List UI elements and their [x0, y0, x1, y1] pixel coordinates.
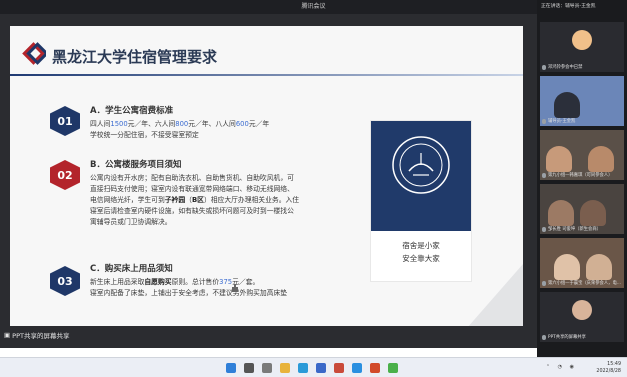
participant-video — [554, 254, 580, 280]
avatar — [572, 30, 592, 50]
participant-tile[interactable]: 第九小组—韩嘉琪（可同参会人） — [540, 130, 624, 180]
system-tray[interactable]: ⌃ ◔ ◉ — [546, 364, 577, 370]
participant-video — [554, 92, 580, 118]
university-emblem-image — [371, 121, 471, 231]
services-line: 寝室后请检查室内硬件设施，如有缺失或损坏问题可及时到一楼找公 — [90, 207, 294, 215]
participant-caption: PPT共享的屏幕共享 — [542, 334, 586, 340]
participant-video — [548, 200, 574, 226]
window-titlebar: 腾讯会议 — □ ✕ — [0, 0, 627, 14]
fees-note: 学校统一分配住宿，不接受寝室预定 — [90, 131, 199, 139]
safety-card: 宿舍是小家 安全靠大家 — [370, 120, 472, 282]
participant-caption: 辅导员-王金凯 — [542, 118, 575, 124]
participant-caption: 邓鸿铃参会中已禁 — [542, 64, 582, 70]
slide-title: 黑龙江大学住宿管理要求 — [52, 48, 218, 66]
mouse-cursor-icon — [232, 284, 238, 292]
mic-icon — [542, 334, 546, 340]
participant-tile[interactable]: 第六小组—于晨宝（庆荣参会人，电… — [540, 238, 624, 288]
presentation-slide: 黑龙江大学住宿管理要求 01 A．学生公寓宿费标准 四人间1500元／年、六人间… — [10, 26, 523, 344]
taskbar-clock[interactable]: 15:49 2022/8/28 — [596, 361, 621, 375]
participant-caption: 邹长胜 司俊坤（新生会商） — [542, 226, 601, 232]
services-line: 公寓内设有开水房；配有自助洗衣机、自助售货机、自助吹风机，可 — [90, 174, 294, 182]
slide-logo-icon — [22, 42, 46, 65]
section-heading: A．学生公寓宿费标准 — [90, 106, 174, 116]
edge-icon[interactable] — [298, 363, 308, 373]
window-title: 腾讯会议 — [301, 3, 326, 10]
participant-tile[interactable]: 邓鸿铃参会中已禁 — [540, 22, 624, 72]
section-fees: A．学生公寓宿费标准 四人间1500元／年、六人间800元／年、八人间600元／… — [90, 104, 380, 141]
university-seal-icon — [392, 136, 450, 194]
clock-time: 15:49 — [607, 362, 621, 367]
mic-icon — [542, 118, 546, 124]
fees-line: 四人间1500元／年、六人间800元／年、八人间600元／年 — [90, 120, 270, 128]
file-explorer-icon[interactable] — [280, 363, 290, 373]
participant-tile[interactable]: PPT共享的屏幕共享 — [540, 292, 624, 342]
screen-share-icon: ▣ — [4, 331, 11, 339]
share-label[interactable]: ▣ PPT共享的屏幕共享 — [4, 330, 69, 340]
participant-caption: 第九小组—韩嘉琪（可同参会人） — [542, 172, 612, 178]
participant-video — [546, 146, 572, 172]
meeting-app-icon[interactable] — [352, 363, 362, 373]
section-services: B．公寓楼服务项目须知 公寓内设有开水房；配有自助洗衣机、自助售货机、自助吹风机… — [90, 158, 380, 228]
section-number-02: 02 — [50, 160, 80, 190]
participant-tile[interactable]: 邹长胜 司俊坤（新生会商） — [540, 184, 624, 234]
card-slogan: 宿舍是小家 安全靠大家 — [371, 239, 471, 265]
speaking-indicator: 正在讲话：辅导员-王金凯 — [541, 4, 596, 9]
services-line: 直接扫码支付使用；寝室内设有联通宽带网络端口、移动无线网络、 — [90, 185, 294, 193]
section-heading: C．购买床上用品须知 — [90, 264, 173, 274]
section-bedding: C．购买床上用品须知 新生床上用品采取自愿购买原则。总计售价375元／套。 寝室… — [90, 262, 380, 299]
slogan-line-1: 宿舍是小家 — [402, 241, 440, 250]
participant-video — [586, 254, 612, 280]
services-line: 电信网络光纤，学生可到子衿园（B区）相应大厅办理相关业务。入住 — [90, 196, 300, 204]
powerpoint-icon[interactable] — [370, 363, 380, 373]
shared-screen-area: 黑龙江大学住宿管理要求 01 A．学生公寓宿费标准 四人间1500元／年、六人间… — [0, 14, 537, 348]
section-number-01: 01 — [50, 106, 80, 136]
section-number-03: 03 — [50, 266, 80, 296]
participant-panel: 正在讲话：辅导员-王金凯 邓鸿铃参会中已禁 辅导员-王金凯 第九小组—韩嘉琪（可… — [537, 0, 627, 357]
participant-video — [580, 200, 606, 226]
office-icon[interactable] — [334, 363, 344, 373]
mic-icon — [542, 280, 546, 286]
store-icon[interactable] — [316, 363, 326, 373]
section-heading: B．公寓楼服务项目须知 — [90, 160, 182, 170]
clock-date: 2022/8/28 — [596, 369, 621, 374]
avatar — [572, 300, 592, 320]
mic-icon — [542, 172, 546, 178]
windows-taskbar: ⌃ ◔ ◉ 15:49 2022/8/28 — [0, 357, 627, 377]
task-view-icon[interactable] — [262, 363, 272, 373]
start-icon[interactable] — [226, 363, 236, 373]
mic-icon — [542, 64, 546, 70]
title-underline — [10, 74, 523, 76]
participant-tile[interactable]: 辅导员-王金凯 — [540, 76, 624, 126]
search-icon[interactable] — [244, 363, 254, 373]
share-status-bar — [0, 326, 537, 348]
slogan-line-2: 安全靠大家 — [402, 254, 440, 263]
mic-icon — [542, 226, 546, 232]
participant-caption: 第六小组—于晨宝（庆荣参会人，电… — [542, 280, 621, 286]
wechat-icon[interactable] — [388, 363, 398, 373]
services-line: 寓辅导员或门卫协调解决。 — [90, 218, 172, 226]
participant-video — [588, 146, 614, 172]
